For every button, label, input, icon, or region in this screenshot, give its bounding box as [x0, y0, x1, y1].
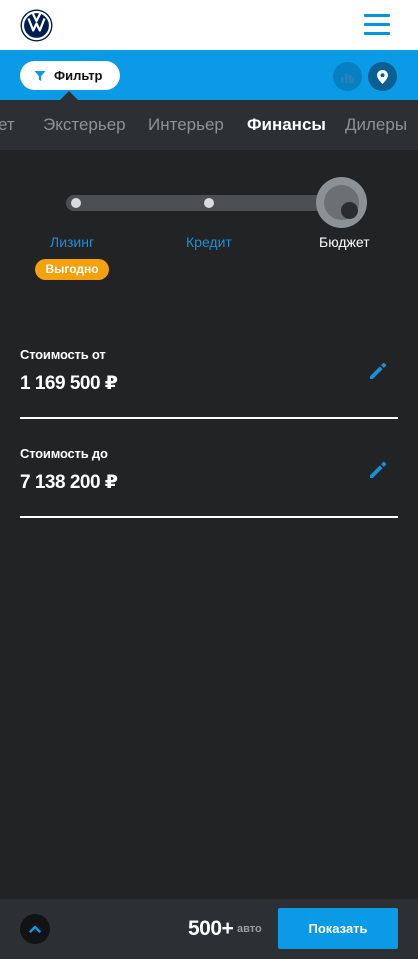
funnel-icon: [34, 70, 46, 81]
tab-interior[interactable]: Интерьер: [148, 115, 224, 135]
price-from-field[interactable]: Стоимость от 1 169 500 ₽: [20, 339, 398, 419]
price-to-value: 7 138 200 ₽: [20, 472, 118, 493]
price-to-field[interactable]: Стоимость до 7 138 200 ₽: [20, 438, 398, 518]
bottom-bar: 500+ авто Показать: [0, 899, 418, 959]
top-bar: [0, 0, 418, 50]
hamburger-icon: [364, 14, 390, 17]
price-from-label: Стоимость от: [20, 347, 106, 362]
tab-dealers[interactable]: Дилеры: [345, 115, 407, 135]
filter-caret: [59, 91, 79, 101]
bar-chart-icon: [341, 72, 354, 83]
scroll-top-button[interactable]: [20, 914, 50, 944]
stats-button[interactable]: [333, 62, 362, 91]
section-tabs: ет Экстерьер Интерьер Финансы Дилеры: [0, 100, 418, 150]
show-results-button[interactable]: Показать: [278, 908, 398, 949]
chevron-up-icon: [29, 925, 41, 933]
pencil-icon[interactable]: [368, 361, 388, 381]
profitable-badge: Выгодно: [35, 259, 109, 280]
map-button[interactable]: [368, 62, 397, 91]
map-pin-icon: [377, 69, 388, 84]
pencil-icon[interactable]: [368, 460, 388, 480]
step-credit-label[interactable]: Кредит: [186, 234, 232, 250]
slider-stop-credit[interactable]: [204, 198, 214, 208]
tab-finance[interactable]: Финансы: [247, 115, 326, 135]
vw-logo[interactable]: [20, 9, 53, 42]
results-count-unit: авто: [237, 923, 262, 935]
price-from-value: 1 169 500 ₽: [20, 373, 118, 394]
slider-knob[interactable]: [316, 177, 367, 228]
menu-button[interactable]: [364, 13, 390, 37]
filter-button-label: Фильтр: [54, 68, 103, 83]
step-budget-label[interactable]: Бюджет: [319, 234, 370, 250]
price-to-label: Стоимость до: [20, 446, 108, 461]
results-count: 500+: [188, 917, 234, 940]
slider-stop-leasing[interactable]: [71, 198, 81, 208]
filter-button[interactable]: Фильтр: [20, 61, 120, 90]
tab-partial[interactable]: ет: [0, 115, 15, 135]
tab-exterior[interactable]: Экстерьер: [43, 115, 126, 135]
step-leasing-label[interactable]: Лизинг: [50, 234, 94, 250]
